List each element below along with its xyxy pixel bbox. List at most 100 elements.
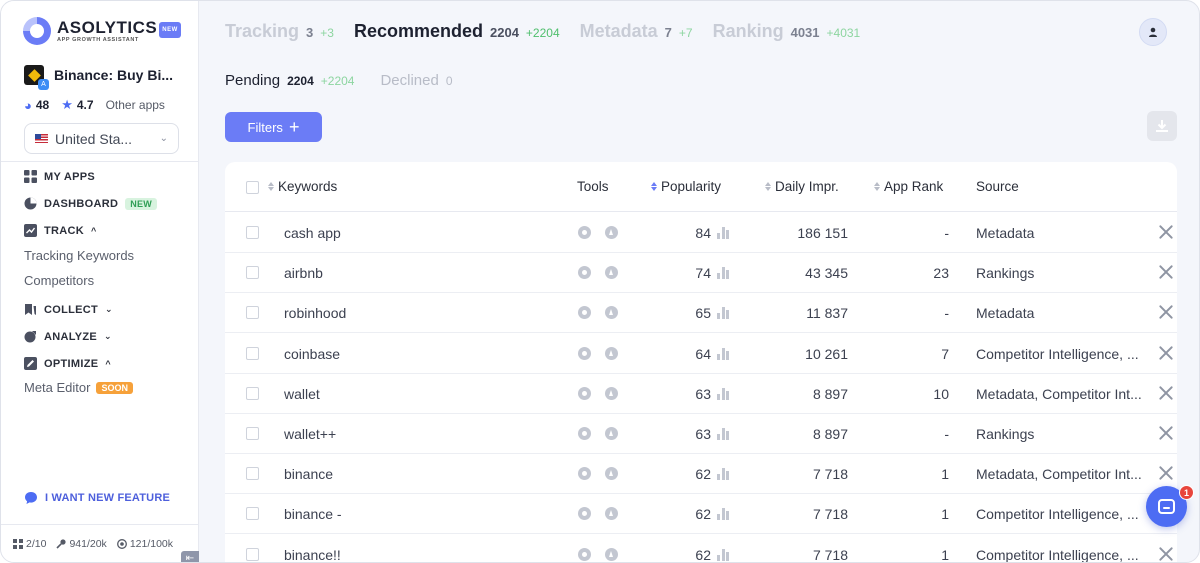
plus-icon: + xyxy=(288,117,300,137)
analyze-icon xyxy=(24,331,36,343)
tab-tracking[interactable]: Tracking 3 +3 xyxy=(225,21,334,42)
tool-suggest-icon[interactable] xyxy=(605,266,618,280)
tool-suggest-icon[interactable] xyxy=(605,386,618,400)
nav-meta-editor[interactable]: Meta Editor SOON xyxy=(24,380,133,395)
close-icon[interactable] xyxy=(1158,224,1174,240)
keyword-cell: binance - xyxy=(284,506,342,523)
popularity-cell: 65 xyxy=(695,305,711,322)
tool-search-icon[interactable] xyxy=(578,346,591,360)
tool-suggest-icon[interactable] xyxy=(605,346,618,360)
tab-metadata[interactable]: Metadata 7 +7 xyxy=(580,21,693,42)
row-checkbox[interactable] xyxy=(246,507,259,521)
source-cell: Metadata xyxy=(976,305,1035,322)
tool-search-icon[interactable] xyxy=(578,306,591,320)
source-cell: Competitor Intelligence, ... xyxy=(976,546,1139,563)
close-icon[interactable] xyxy=(1158,385,1174,401)
filters-button[interactable]: Filters + xyxy=(225,112,322,142)
nav-competitors[interactable]: Competitors xyxy=(24,273,94,288)
row-checkbox[interactable] xyxy=(246,427,259,440)
popularity-cell: 63 xyxy=(695,385,711,402)
popularity-chart-icon[interactable] xyxy=(717,267,729,280)
nav-optimize[interactable]: OPTIMIZE ^ xyxy=(24,357,111,370)
tab-count: 3 xyxy=(306,25,314,40)
source-cell: Rankings xyxy=(976,265,1035,282)
row-checkbox[interactable] xyxy=(246,306,259,320)
row-checkbox[interactable] xyxy=(246,547,259,561)
table-row[interactable]: robinhood 65 11 837 - Metadata xyxy=(225,293,1177,334)
table-row[interactable]: cash app 84 186 151 - Metadata xyxy=(225,213,1177,253)
popularity-chart-icon[interactable] xyxy=(717,508,729,521)
table-row[interactable]: wallet++ 63 8 897 - Rankings xyxy=(225,414,1177,454)
nav-analyze[interactable]: ANALYZE ⌄ xyxy=(24,330,112,343)
tool-search-icon[interactable] xyxy=(578,547,591,561)
row-checkbox[interactable] xyxy=(246,346,259,360)
filters-label: Filters xyxy=(247,119,283,135)
tool-suggest-icon[interactable] xyxy=(605,467,618,481)
tool-suggest-icon[interactable] xyxy=(605,507,618,521)
subtab-pending[interactable]: Pending 2204 +2204 xyxy=(225,72,354,89)
grid-icon xyxy=(13,539,23,549)
popularity-chart-icon[interactable] xyxy=(717,227,729,239)
app-rank-cell: - xyxy=(944,426,949,442)
popularity-chart-icon[interactable] xyxy=(717,387,729,400)
tab-recommended[interactable]: Recommended 2204 +2204 xyxy=(354,21,560,42)
table-row[interactable]: binance!! 62 7 718 1 Competitor Intelligence… xyxy=(225,535,1177,563)
popularity-chart-icon[interactable] xyxy=(717,468,729,481)
tool-search-icon[interactable] xyxy=(578,507,591,521)
nav-my-apps[interactable]: MY APPS xyxy=(24,170,95,183)
tool-search-icon[interactable] xyxy=(578,266,591,280)
close-icon[interactable] xyxy=(1158,304,1174,320)
keyword-cell: binance!! xyxy=(284,546,341,563)
row-checkbox[interactable] xyxy=(246,266,259,280)
feature-request-link[interactable]: I WANT NEW FEATURE xyxy=(24,491,170,505)
col-popularity[interactable]: Popularity xyxy=(651,179,721,194)
nav-track[interactable]: TRACK ^ xyxy=(24,224,97,237)
country-select[interactable]: United Sta... ⌄ xyxy=(24,123,179,154)
download-button[interactable] xyxy=(1147,111,1177,141)
row-checkbox[interactable] xyxy=(246,467,259,481)
keywords-limit-value: 941/20k xyxy=(69,538,107,550)
close-icon[interactable] xyxy=(1158,465,1174,481)
logo[interactable]: ASOLYTICS NEW APP GROWTH ASSISTANT xyxy=(23,17,181,45)
tool-suggest-icon[interactable] xyxy=(605,306,618,320)
collapse-sidebar-button[interactable]: ⇤ xyxy=(181,551,199,562)
subtab-declined[interactable]: Declined 0 xyxy=(380,72,452,89)
close-icon[interactable] xyxy=(1158,546,1174,562)
row-checkbox[interactable] xyxy=(246,386,259,400)
popularity-chart-icon[interactable] xyxy=(717,347,729,360)
table-row[interactable]: binance - 62 7 718 1 Competitor Intelligence… xyxy=(225,494,1177,535)
table-row[interactable]: coinbase 64 10 261 7 Competitor Intelligence… xyxy=(225,334,1177,374)
app-rank-cell: 7 xyxy=(941,345,949,362)
close-icon[interactable] xyxy=(1158,425,1174,441)
col-daily-impressions[interactable]: Daily Impr. xyxy=(765,179,839,194)
col-keywords[interactable]: Keywords xyxy=(268,179,337,194)
tool-suggest-icon[interactable] xyxy=(605,547,618,561)
source-cell: Metadata, Competitor Int... xyxy=(976,466,1142,483)
other-apps-link[interactable]: Other apps xyxy=(106,98,165,112)
nav-tracking-keywords[interactable]: Tracking Keywords xyxy=(24,248,134,263)
user-avatar[interactable] xyxy=(1139,18,1167,46)
tool-suggest-icon[interactable] xyxy=(605,427,618,440)
selected-app[interactable]: A Binance: Buy Bi... xyxy=(24,65,173,90)
popularity-chart-icon[interactable] xyxy=(717,548,729,561)
nav-collect[interactable]: COLLECT ⌄ xyxy=(24,303,113,316)
tool-search-icon[interactable] xyxy=(578,427,591,440)
col-app-rank[interactable]: App Rank xyxy=(874,179,943,194)
table-row[interactable]: binance 62 7 718 1 Metadata, Competitor Int.… xyxy=(225,454,1177,495)
chevron-up-icon: ^ xyxy=(91,225,97,236)
popularity-chart-icon[interactable] xyxy=(717,307,729,320)
keywords-limit: 941/20k xyxy=(56,538,107,550)
tool-search-icon[interactable] xyxy=(578,386,591,400)
table-row[interactable]: airbnb 74 43 345 23 Rankings xyxy=(225,253,1177,294)
tool-suggest-icon[interactable] xyxy=(605,226,618,239)
close-icon[interactable] xyxy=(1158,264,1174,280)
popularity-chart-icon[interactable] xyxy=(717,428,729,440)
close-icon[interactable] xyxy=(1158,345,1174,361)
select-all-checkbox[interactable] xyxy=(246,181,259,194)
row-checkbox[interactable] xyxy=(246,226,259,239)
tab-ranking[interactable]: Ranking 4031 +4031 xyxy=(713,21,861,42)
nav-dashboard[interactable]: DASHBOARD NEW xyxy=(24,197,158,210)
tool-search-icon[interactable] xyxy=(578,467,591,481)
tool-search-icon[interactable] xyxy=(578,226,591,239)
table-row[interactable]: wallet 63 8 897 10 Metadata, Competitor Int.… xyxy=(225,374,1177,414)
